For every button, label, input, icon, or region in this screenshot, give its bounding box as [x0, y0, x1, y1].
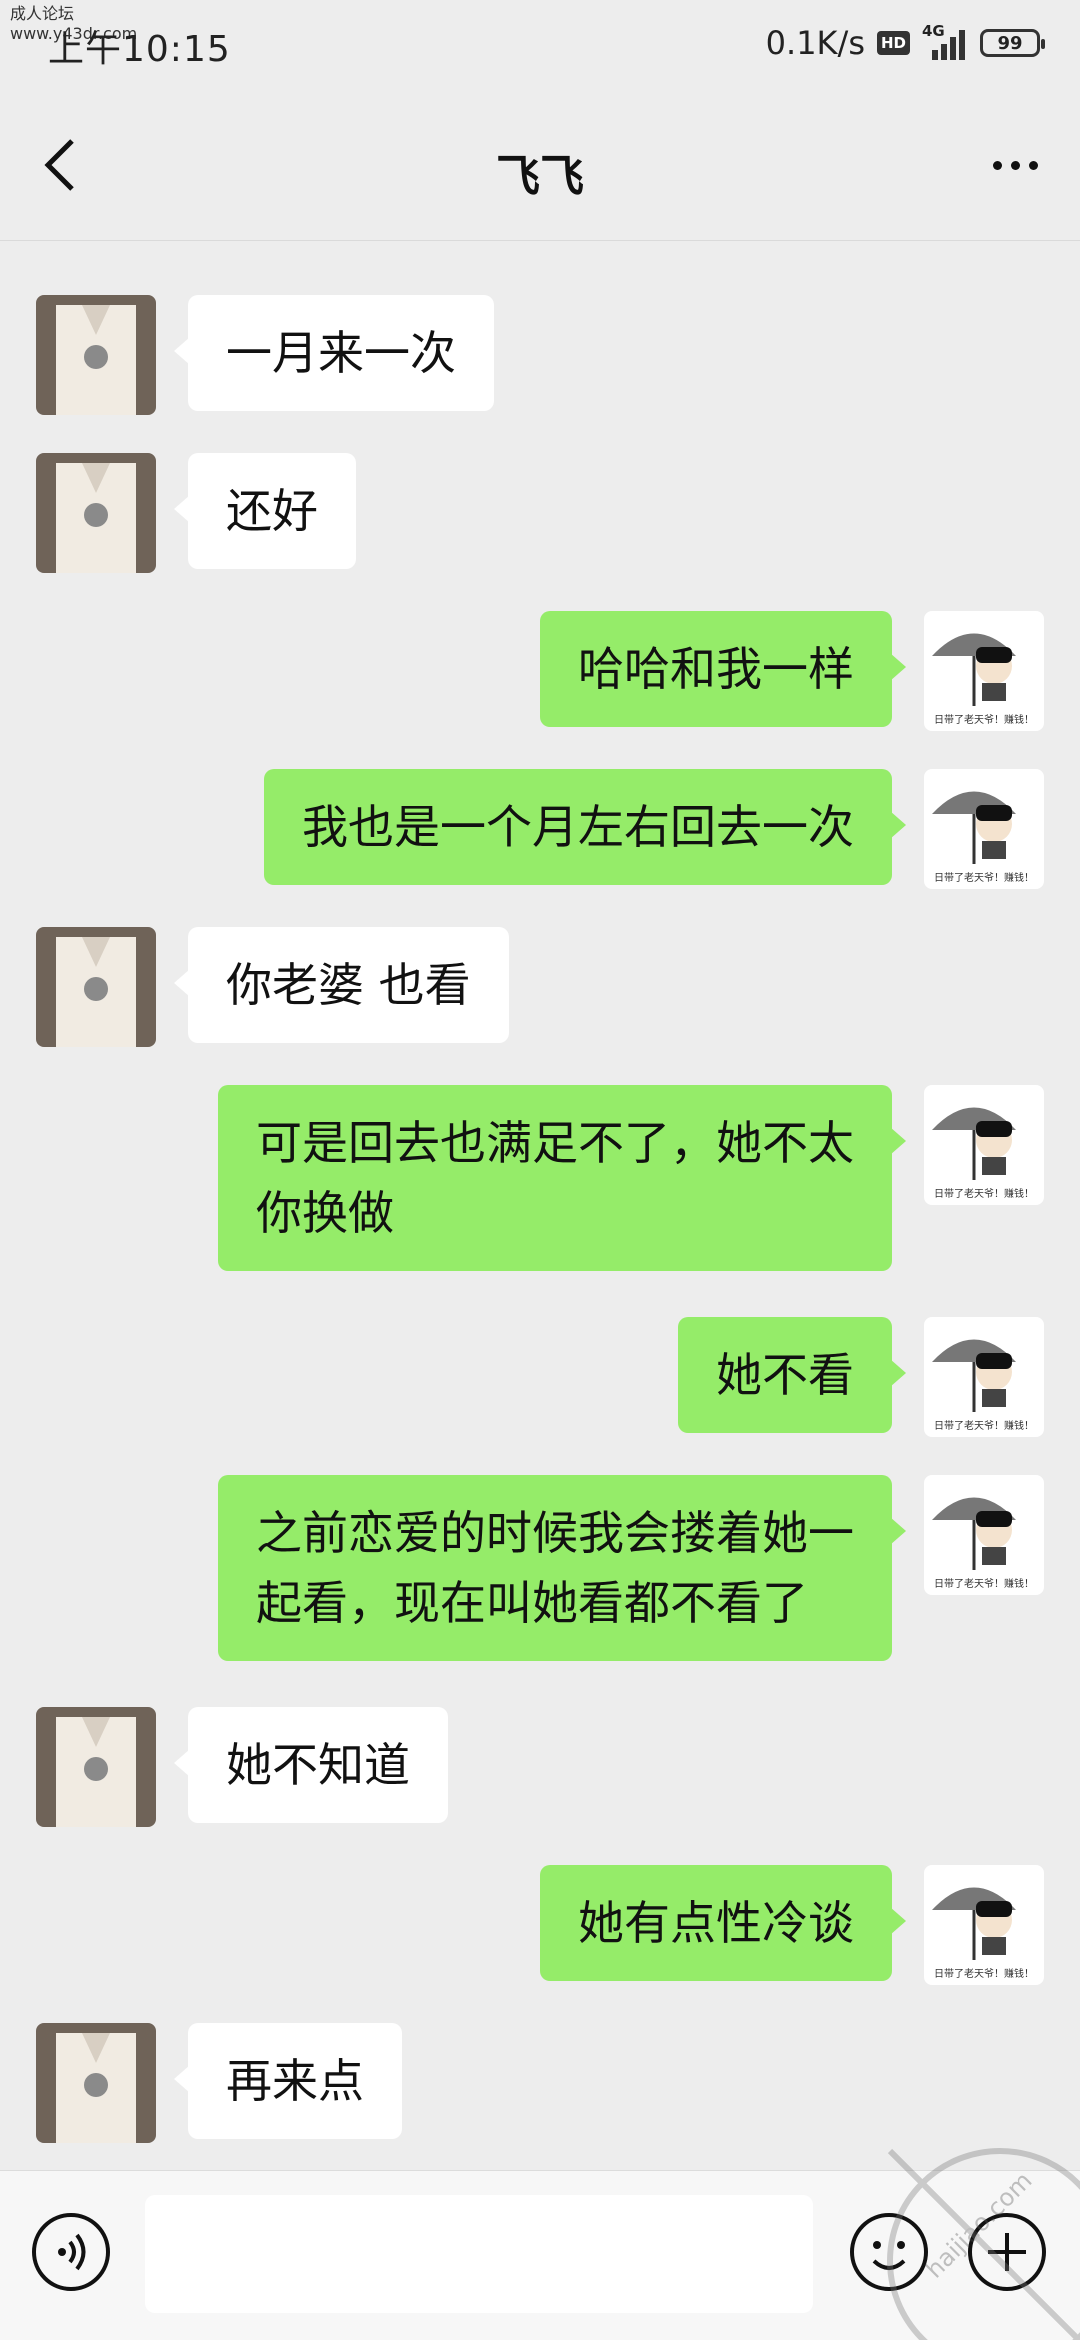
- input-bar: haijiao.com: [0, 2148, 1080, 2340]
- message-text: 你老婆 也看: [226, 958, 471, 1012]
- my-avatar[interactable]: 日带了老天爷！赚钱！: [924, 1475, 1044, 1595]
- status-time: 上午10:15: [48, 29, 231, 70]
- voice-icon: [32, 2213, 110, 2291]
- svg-text:日带了老天爷！赚钱！: 日带了老天爷！赚钱！: [934, 871, 1034, 884]
- message-bubble[interactable]: 哈哈和我一样: [540, 611, 906, 727]
- message-bubble[interactable]: 再来点: [174, 2023, 402, 2139]
- contact-avatar[interactable]: [36, 453, 156, 573]
- voice-button[interactable]: [30, 2211, 112, 2293]
- message-text: 她有点性冷谈: [578, 1896, 854, 1950]
- message-text-line: 之前恋爱的时候我会搂着她一: [256, 1506, 854, 1560]
- message-text-line: 起看，现在叫她看都不看了: [256, 1576, 808, 1630]
- message-bubble[interactable]: 她不看: [678, 1317, 906, 1433]
- signal-icon: 4G: [922, 22, 968, 60]
- contact-avatar[interactable]: [36, 1707, 156, 1827]
- status-bar: 成人论坛 www.y43dr.com 上午10:15 0.1K/s HD 4G …: [0, 0, 1080, 90]
- svg-text:日带了老天爷！赚钱！: 日带了老天爷！赚钱！: [934, 1967, 1034, 1980]
- chat-screen: 成人论坛 www.y43dr.com 上午10:15 0.1K/s HD 4G …: [0, 0, 1080, 2340]
- watermark-logo: haijiao.com: [850, 2111, 1080, 2340]
- hd-badge: HD: [876, 31, 910, 55]
- message-input[interactable]: [145, 2195, 813, 2313]
- more-dot-icon: [992, 160, 1002, 170]
- nav-bar: 飞飞: [0, 90, 1080, 241]
- message-text: 她不知道: [226, 1738, 410, 1792]
- my-avatar[interactable]: 日带了老天爷！赚钱！: [924, 1317, 1044, 1437]
- chat-title: 飞飞: [496, 151, 584, 202]
- battery-icon: 99: [980, 29, 1045, 57]
- message-text-line: 你换做: [256, 1186, 394, 1240]
- svg-text:日带了老天爷！赚钱！: 日带了老天爷！赚钱！: [934, 713, 1034, 726]
- svg-text:日带了老天爷！赚钱！: 日带了老天爷！赚钱！: [934, 1577, 1034, 1590]
- more-button[interactable]: [980, 135, 1050, 195]
- message-bubble[interactable]: 之前恋爱的时候我会搂着她一 起看，现在叫她看都不看了: [218, 1475, 906, 1661]
- message-bubble[interactable]: 一月来一次: [174, 295, 494, 411]
- battery-level: 99: [997, 32, 1023, 54]
- more-dot-icon: [1028, 160, 1038, 170]
- my-avatar[interactable]: 日带了老天爷！赚钱！: [924, 1865, 1044, 1985]
- contact-avatar[interactable]: [36, 2023, 156, 2143]
- message-bubble[interactable]: 可是回去也满足不了，她不太 你换做: [218, 1085, 906, 1271]
- net-speed: 0.1K/s: [765, 24, 865, 62]
- message-bubble[interactable]: 我也是一个月左右回去一次: [264, 769, 906, 885]
- message-text: 哈哈和我一样: [578, 642, 854, 696]
- message-text-line: 可是回去也满足不了，她不太: [256, 1116, 854, 1170]
- message-bubble[interactable]: 你老婆 也看: [174, 927, 509, 1043]
- message-bubble[interactable]: 还好: [174, 453, 356, 569]
- my-avatar[interactable]: 日带了老天爷！赚钱！: [924, 611, 1044, 731]
- more-dot-icon: [1010, 160, 1020, 170]
- message-bubble[interactable]: 她不知道: [174, 1707, 448, 1823]
- network-type: 4G: [922, 22, 945, 40]
- message-list[interactable]: 一月来一次 还好 日带了老天爷！赚钱！ 哈哈和我一样 日带了老天爷！赚钱！ 我也…: [0, 241, 1080, 2170]
- svg-text:日带了老天爷！赚钱！: 日带了老天爷！赚钱！: [934, 1187, 1034, 1200]
- message-text: 还好: [226, 484, 318, 538]
- status-indicators: 0.1K/s HD 4G 99: [765, 22, 1045, 62]
- message-text: 再来点: [226, 2054, 364, 2108]
- message-bubble[interactable]: 她有点性冷谈: [540, 1865, 906, 1981]
- contact-avatar[interactable]: [36, 295, 156, 415]
- message-text: 我也是一个月左右回去一次: [302, 800, 854, 854]
- my-avatar[interactable]: 日带了老天爷！赚钱！: [924, 769, 1044, 889]
- svg-text:日带了老天爷！赚钱！: 日带了老天爷！赚钱！: [934, 1419, 1034, 1432]
- message-text: 一月来一次: [226, 326, 456, 380]
- my-avatar[interactable]: 日带了老天爷！赚钱！: [924, 1085, 1044, 1205]
- contact-avatar[interactable]: [36, 927, 156, 1047]
- message-text: 她不看: [716, 1348, 854, 1402]
